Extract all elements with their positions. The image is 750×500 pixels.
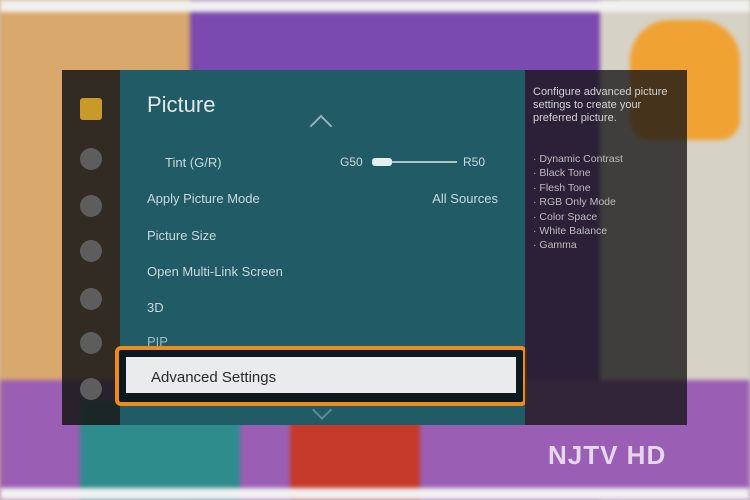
menu-item-apply-picture-mode[interactable]: Apply Picture Mode	[147, 191, 260, 206]
help-description-text: Configure advanced picture settings to c…	[533, 86, 668, 124]
list-item: Black Tone	[533, 166, 623, 180]
list-item: White Balance	[533, 224, 623, 238]
list-item: RGB Only Mode	[533, 195, 623, 209]
help-description-panel: Configure advanced picture settings to c…	[525, 70, 687, 425]
settings-category-rail	[62, 70, 120, 425]
tint-slider-max-label: R50	[463, 155, 486, 169]
advanced-settings-label: Advanced Settings	[151, 369, 277, 386]
tint-slider-min-label: G50	[340, 155, 363, 169]
menu-item-tint[interactable]: Tint (G/R)	[165, 155, 222, 170]
list-item: Color Space	[533, 210, 623, 224]
apply-picture-mode-value: All Sources	[432, 191, 498, 206]
channel-watermark: NJTV HD	[548, 440, 667, 470]
smart-hub-icon[interactable]	[80, 378, 102, 400]
menu-item-open-multi-link-screen[interactable]: Open Multi-Link Screen	[147, 264, 283, 279]
list-item: Flesh Tone	[533, 181, 623, 195]
list-item: Dynamic Contrast	[533, 152, 622, 166]
sound-icon[interactable]	[80, 148, 102, 170]
help-feature-list: Dynamic Contrast Black Tone Flesh Tone R…	[533, 152, 623, 253]
menu-item-3d[interactable]: 3D	[147, 300, 164, 315]
tint-slider-thumb[interactable]	[372, 158, 392, 166]
chevron-up-icon[interactable]	[309, 114, 333, 138]
support-icon[interactable]	[80, 332, 102, 354]
network-icon[interactable]	[80, 240, 102, 262]
picture-icon[interactable]	[80, 98, 102, 120]
menu-item-picture-size[interactable]: Picture Size	[147, 228, 216, 243]
menu-item-advanced-settings[interactable]: Advanced Settings	[115, 346, 527, 406]
system-icon[interactable]	[80, 288, 102, 310]
list-item: Gamma	[533, 238, 623, 252]
broadcast-icon[interactable]	[80, 195, 102, 217]
panel-title: Picture	[147, 92, 216, 117]
